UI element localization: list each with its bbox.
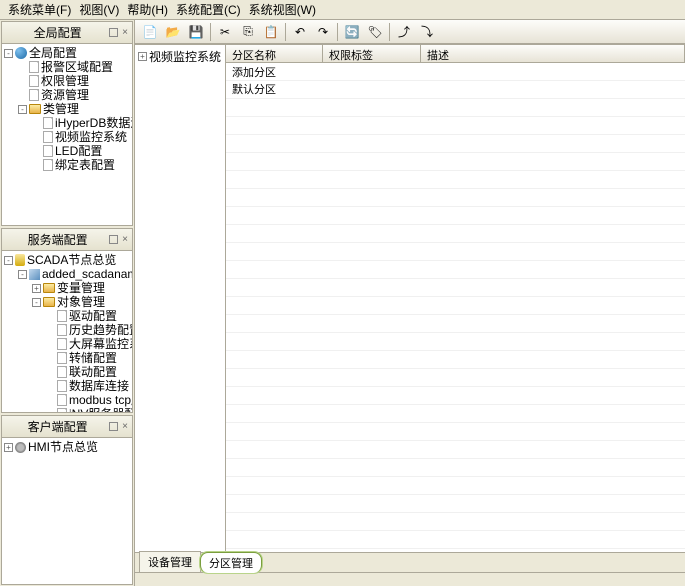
menu-help[interactable]: 帮助(H) (127, 1, 168, 18)
page-icon (57, 324, 67, 336)
page-icon (43, 159, 53, 171)
tree-hist[interactable]: 历史趋势配置 (69, 323, 132, 337)
tree-hmi[interactable]: HMI节点总览 (28, 440, 98, 454)
menu-view[interactable]: 视图(V) (79, 1, 119, 18)
menu-system[interactable]: 系统菜单(F) (8, 1, 71, 18)
tree-video[interactable]: 视频监控系统 (55, 130, 127, 144)
row-add[interactable]: 添加分区 (226, 63, 685, 80)
tree-global-root[interactable]: 全局配置 (29, 46, 77, 60)
panel-server: 服务端配置 × -SCADA节点总览 -added_scadaname1 +变量… (1, 228, 133, 413)
cube-icon (29, 269, 40, 280)
tb-new[interactable]: 📄 (139, 22, 161, 42)
expand-icon[interactable]: - (18, 105, 27, 114)
page-icon (43, 145, 53, 157)
gear-icon (15, 442, 26, 453)
tb-paste[interactable]: 📋 (260, 22, 282, 42)
page-icon (29, 89, 39, 101)
tree-alarm[interactable]: 报警区域配置 (41, 60, 113, 74)
page-icon (57, 366, 67, 378)
tree-trans[interactable]: 转储配置 (69, 351, 117, 365)
folder-icon (43, 283, 55, 293)
row-default[interactable]: 默认分区 (226, 80, 685, 97)
tree-perm[interactable]: 权限管理 (41, 74, 89, 88)
pin-icon[interactable] (109, 422, 118, 431)
tab-zone[interactable]: 分区管理 (200, 552, 262, 573)
col-name[interactable]: 分区名称 (226, 45, 323, 62)
close-icon[interactable]: × (122, 27, 128, 38)
grid-body: 添加分区 默认分区 (226, 63, 685, 552)
db-icon (15, 254, 25, 266)
page-icon (29, 61, 39, 73)
page-icon (57, 352, 67, 364)
col-desc[interactable]: 描述 (421, 45, 685, 62)
expand-icon[interactable]: - (18, 270, 27, 279)
tree-obj[interactable]: 对象管理 (57, 295, 105, 309)
tree-res[interactable]: 资源管理 (41, 88, 89, 102)
tb-import[interactable]: ⤵ (416, 22, 438, 42)
tree-var[interactable]: 变量管理 (57, 281, 105, 295)
tree-dbconn[interactable]: 数据库连接 (69, 379, 129, 393)
panel-client-title: 客户端配置 (6, 418, 109, 435)
tree-modbus[interactable]: modbus tcp服务配置 (69, 393, 132, 407)
expand-icon[interactable]: + (32, 284, 41, 293)
expand-icon[interactable]: + (138, 52, 147, 61)
pin-icon[interactable] (109, 28, 118, 37)
tb-tag[interactable]: 🏷 (364, 22, 386, 42)
inner-tree: +视频监控系统 (135, 45, 226, 552)
tree-bind[interactable]: 绑定表配置 (55, 158, 115, 172)
grid-header: 分区名称 权限标签 描述 (226, 45, 685, 63)
page-icon (57, 380, 67, 392)
close-icon[interactable]: × (122, 234, 128, 245)
expand-icon[interactable]: - (4, 256, 13, 265)
tree-screen[interactable]: 大屏幕监控系统 (69, 337, 132, 351)
page-icon (29, 75, 39, 87)
panel-global: 全局配置 × - 全局配置 报警区域配置 权限管理 资源管理 - 类管理 iHype… (1, 21, 133, 226)
tree-type[interactable]: 类管理 (43, 102, 79, 116)
expand-icon[interactable]: - (4, 49, 13, 58)
page-icon (57, 394, 67, 406)
col-tag[interactable]: 权限标签 (323, 45, 421, 62)
tree-inv[interactable]: iNV服务器配置 (69, 407, 132, 412)
menu-sysconfig[interactable]: 系统配置(C) (176, 1, 241, 18)
close-icon[interactable]: × (122, 421, 128, 432)
folder-icon (43, 297, 55, 307)
tb-export[interactable]: ⤴ (393, 22, 415, 42)
tree-led[interactable]: LED配置 (55, 144, 102, 158)
tree-link[interactable]: 联动配置 (69, 365, 117, 379)
main-area: 📄 📂 💾 ✂ ⎘ 📋 ↶ ↷ 🔄 🏷 ⤴ ⤵ +视频监控系统 分区名称 (135, 20, 685, 586)
folder-icon (29, 104, 41, 114)
panel-client: 客户端配置 × + HMI节点总览 (1, 415, 133, 585)
tree-drv[interactable]: 驱动配置 (69, 309, 117, 323)
toolbar: 📄 📂 💾 ✂ ⎘ 📋 ↶ ↷ 🔄 🏷 ⤴ ⤵ (135, 20, 685, 44)
page-icon (43, 131, 53, 143)
expand-icon[interactable]: + (4, 443, 13, 452)
inner-tree-video[interactable]: 视频监控系统 (149, 48, 221, 65)
page-icon (43, 117, 53, 129)
page-icon (57, 310, 67, 322)
tree-ihyper[interactable]: iHyperDB数据源配置 (55, 116, 132, 130)
tab-device[interactable]: 设备管理 (139, 551, 201, 572)
panel-global-title: 全局配置 (6, 24, 109, 41)
globe-icon (15, 47, 27, 59)
tb-undo[interactable]: ↶ (289, 22, 311, 42)
panel-server-title: 服务端配置 (6, 231, 109, 248)
menubar: 系统菜单(F) 视图(V) 帮助(H) 系统配置(C) 系统视图(W) (0, 0, 685, 20)
tb-refresh[interactable]: 🔄 (341, 22, 363, 42)
tb-cut[interactable]: ✂ (214, 22, 236, 42)
page-icon (57, 338, 67, 350)
page-icon (57, 408, 67, 412)
tb-open[interactable]: 📂 (162, 22, 184, 42)
expand-icon[interactable]: - (32, 298, 41, 307)
tb-redo[interactable]: ↷ (312, 22, 334, 42)
tree-scada-added[interactable]: added_scadaname1 (42, 267, 132, 281)
pin-icon[interactable] (109, 235, 118, 244)
bottom-tabs: 设备管理 分区管理 (135, 552, 685, 572)
statusbar (135, 572, 685, 586)
sidebar: 全局配置 × - 全局配置 报警区域配置 权限管理 资源管理 - 类管理 iHype… (0, 20, 135, 586)
tb-save[interactable]: 💾 (185, 22, 207, 42)
tree-scada-root[interactable]: SCADA节点总览 (27, 253, 116, 267)
menu-sysview[interactable]: 系统视图(W) (249, 1, 316, 18)
tb-copy[interactable]: ⎘ (237, 22, 259, 42)
